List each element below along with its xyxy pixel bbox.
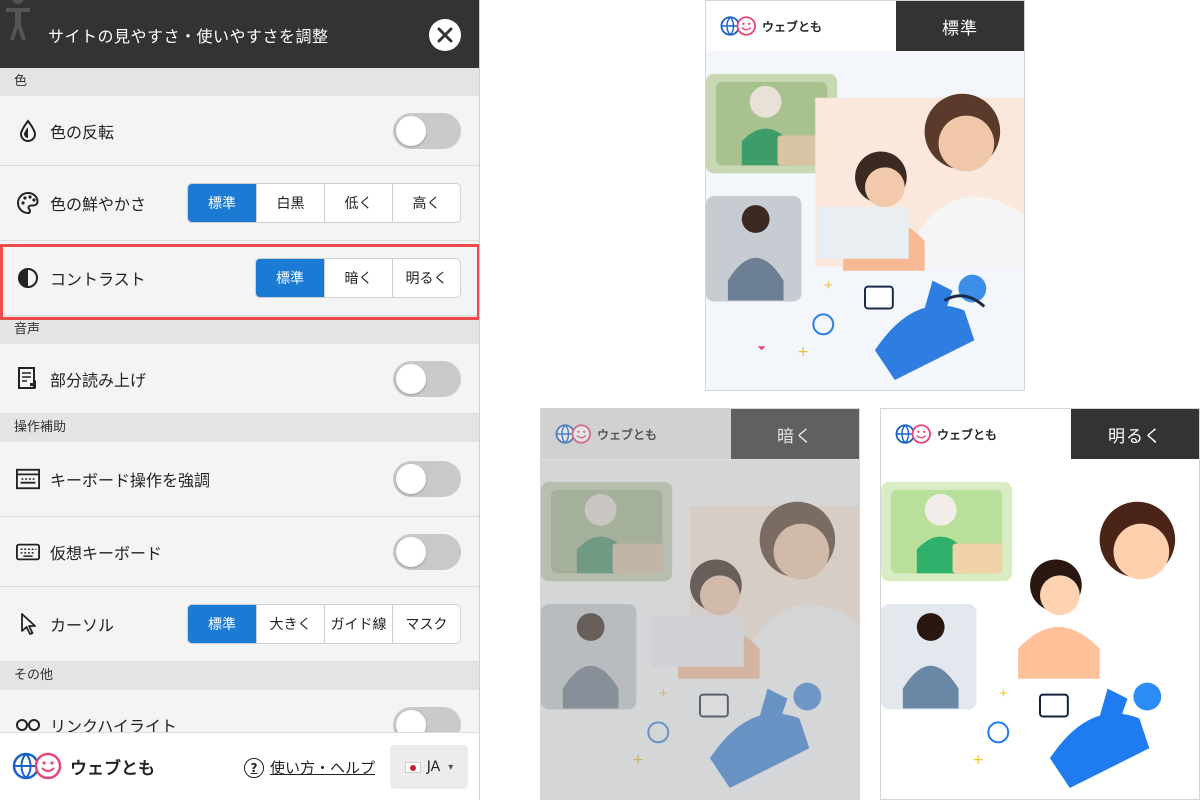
preview-mode-label: 暗く xyxy=(731,409,859,459)
svg-text:+: + xyxy=(998,686,1008,700)
globe-smile-icon xyxy=(895,424,931,444)
saturation-row: 色の鮮やかさ 標準 白黒 低く 高く xyxy=(0,166,479,241)
preview-illustration: + + xyxy=(706,52,1024,390)
section-assist: 操作補助 xyxy=(0,414,479,442)
cursor-option-large[interactable]: 大きく xyxy=(256,605,324,643)
preview-brand: ウェブとも xyxy=(762,19,823,34)
read-aloud-toggle[interactable] xyxy=(393,360,461,397)
cursor-segmented-control: 標準 大きく ガイド線 マスク xyxy=(187,604,461,644)
section-color: 色 xyxy=(0,68,479,96)
panel-title: サイトの見やすさ・使いやすさを調整 xyxy=(48,27,329,46)
preview-logo: ウェブとも xyxy=(720,15,822,37)
saturation-option-monochrome[interactable]: 白黒 xyxy=(256,184,324,222)
saturation-option-high[interactable]: 高く xyxy=(392,184,460,222)
svg-text:+: + xyxy=(658,686,668,700)
cursor-option-guide[interactable]: ガイド線 xyxy=(324,605,392,643)
invert-label: 色の反転 xyxy=(50,122,115,142)
cursor-row: カーソル 標準 大きく ガイド線 マスク xyxy=(0,587,479,662)
preview-header: ウェブとも 標準 xyxy=(706,1,1024,51)
svg-text:+: + xyxy=(632,752,644,768)
palette-icon xyxy=(16,191,40,215)
keyboard-emphasis-row: キーボード操作を強調 xyxy=(0,442,479,517)
contrast-icon xyxy=(16,266,40,290)
svg-text:+: + xyxy=(823,278,833,292)
question-icon: ? xyxy=(244,757,264,778)
svg-text:+: + xyxy=(797,344,809,360)
preview-illustration: + + xyxy=(881,460,1199,799)
preview-logo: ウェブとも xyxy=(555,423,657,445)
help-link[interactable]: ? 使い方・ヘルプ xyxy=(244,757,375,778)
preview-mode-label: 明るく xyxy=(1071,409,1199,459)
brand-name: ウェブとも xyxy=(70,758,155,779)
language-select[interactable]: JA ▾ xyxy=(390,745,468,789)
virtual-keyboard-toggle[interactable] xyxy=(393,533,461,570)
globe-smile-icon xyxy=(12,752,62,780)
toggle-knob xyxy=(396,536,426,567)
saturation-option-standard[interactable]: 標準 xyxy=(188,184,256,222)
saturation-segmented-control: 標準 白黒 低く 高く xyxy=(187,183,461,223)
preview-standard: ウェブとも 標準 + + xyxy=(705,0,1025,391)
cursor-option-mask[interactable]: マスク xyxy=(392,605,460,643)
invert-row: 色の反転 xyxy=(0,96,479,166)
section-sound: 音声 xyxy=(0,316,479,344)
document-speaker-icon xyxy=(16,366,40,391)
contrast-option-standard[interactable]: 標準 xyxy=(256,259,324,297)
accessibility-person-icon xyxy=(6,0,30,40)
preview-header: ウェブとも 明るく xyxy=(881,409,1199,459)
svg-text:+: + xyxy=(972,752,984,768)
cursor-option-standard[interactable]: 標準 xyxy=(188,605,256,643)
read-aloud-row: 部分読み上げ xyxy=(0,344,479,414)
preview-brand: ウェブとも xyxy=(597,427,658,442)
keyboard-icon xyxy=(16,540,40,564)
close-icon xyxy=(437,27,453,43)
cursor-label: カーソル xyxy=(50,616,115,635)
preview-dark: ウェブとも 暗く + + xyxy=(540,408,860,800)
keyboard-window-icon xyxy=(16,467,40,491)
language-label: JA xyxy=(426,759,441,775)
saturation-option-low[interactable]: 低く xyxy=(324,184,392,222)
toggle-knob xyxy=(396,115,426,146)
panel-footer: ウェブとも ? 使い方・ヘルプ JA ▾ xyxy=(0,732,479,800)
brand-logo[interactable]: ウェブとも xyxy=(12,751,155,781)
preview-mode-label: 標準 xyxy=(896,1,1024,51)
virtual-keyboard-row: 仮想キーボード xyxy=(0,517,479,587)
section-other: その他 xyxy=(0,662,479,690)
toggle-knob xyxy=(396,464,426,494)
close-button[interactable] xyxy=(429,19,461,51)
preview-illustration: + + xyxy=(541,460,859,799)
chevron-down-icon: ▾ xyxy=(448,761,454,773)
cursor-arrow-icon xyxy=(16,612,40,636)
read-aloud-label: 部分読み上げ xyxy=(50,370,147,390)
contrast-option-dark[interactable]: 暗く xyxy=(324,259,392,297)
preview-brand: ウェブとも xyxy=(937,427,998,442)
globe-smile-icon xyxy=(555,424,591,444)
invert-toggle[interactable] xyxy=(393,112,461,149)
panel-header: サイトの見やすさ・使いやすさを調整 xyxy=(0,0,479,68)
preview-bright: ウェブとも 明るく + + xyxy=(880,408,1200,800)
preview-logo: ウェブとも xyxy=(895,423,997,445)
toggle-knob xyxy=(396,363,426,394)
japan-flag-icon xyxy=(404,761,421,773)
contrast-row: コントラスト 標準 暗く 明るく xyxy=(0,241,479,316)
preview-header: ウェブとも 暗く xyxy=(541,409,859,459)
help-label: 使い方・ヘルプ xyxy=(270,759,376,777)
contrast-label: コントラスト xyxy=(50,270,146,289)
contrast-option-bright[interactable]: 明るく xyxy=(392,259,460,297)
settings-panel: サイトの見やすさ・使いやすさを調整 色 色の反転 色の鮮やかさ 標準 白黒 低く… xyxy=(0,0,480,800)
virtual-keyboard-label: 仮想キーボード xyxy=(50,543,163,563)
keyboard-emphasis-toggle[interactable] xyxy=(393,461,461,497)
droplet-icon xyxy=(16,118,40,143)
keyboard-emphasis-label: キーボード操作を強調 xyxy=(50,471,211,490)
saturation-label: 色の鮮やかさ xyxy=(50,195,147,214)
globe-smile-icon xyxy=(720,16,756,36)
contrast-segmented-control: 標準 暗く 明るく xyxy=(255,258,461,298)
